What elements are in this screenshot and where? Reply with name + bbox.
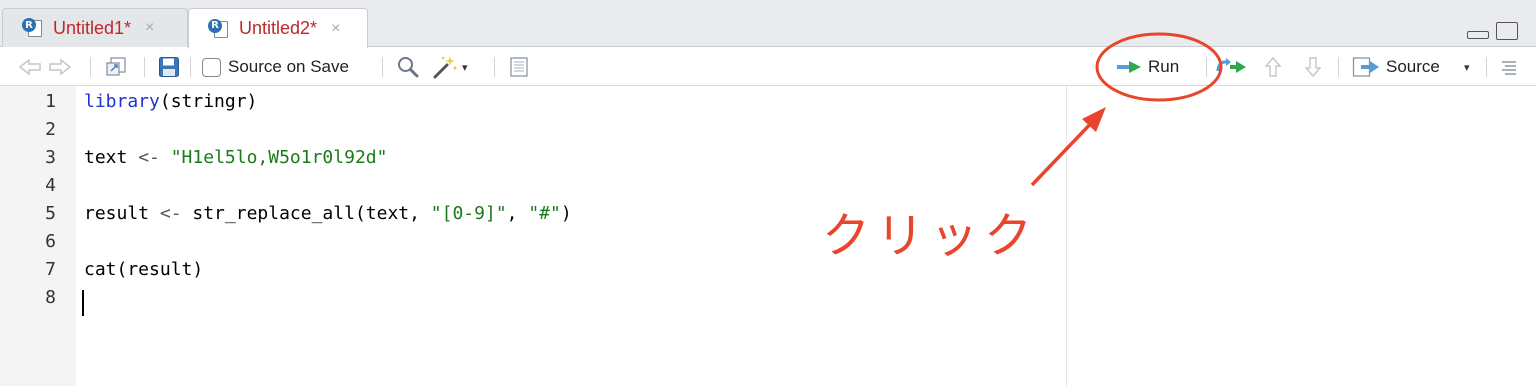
annotation-circle: [1095, 32, 1223, 102]
annotation-overlay: [1030, 32, 1223, 187]
annotation-label: クリック: [822, 208, 1039, 264]
annotation-arrow-line: [1030, 114, 1100, 187]
